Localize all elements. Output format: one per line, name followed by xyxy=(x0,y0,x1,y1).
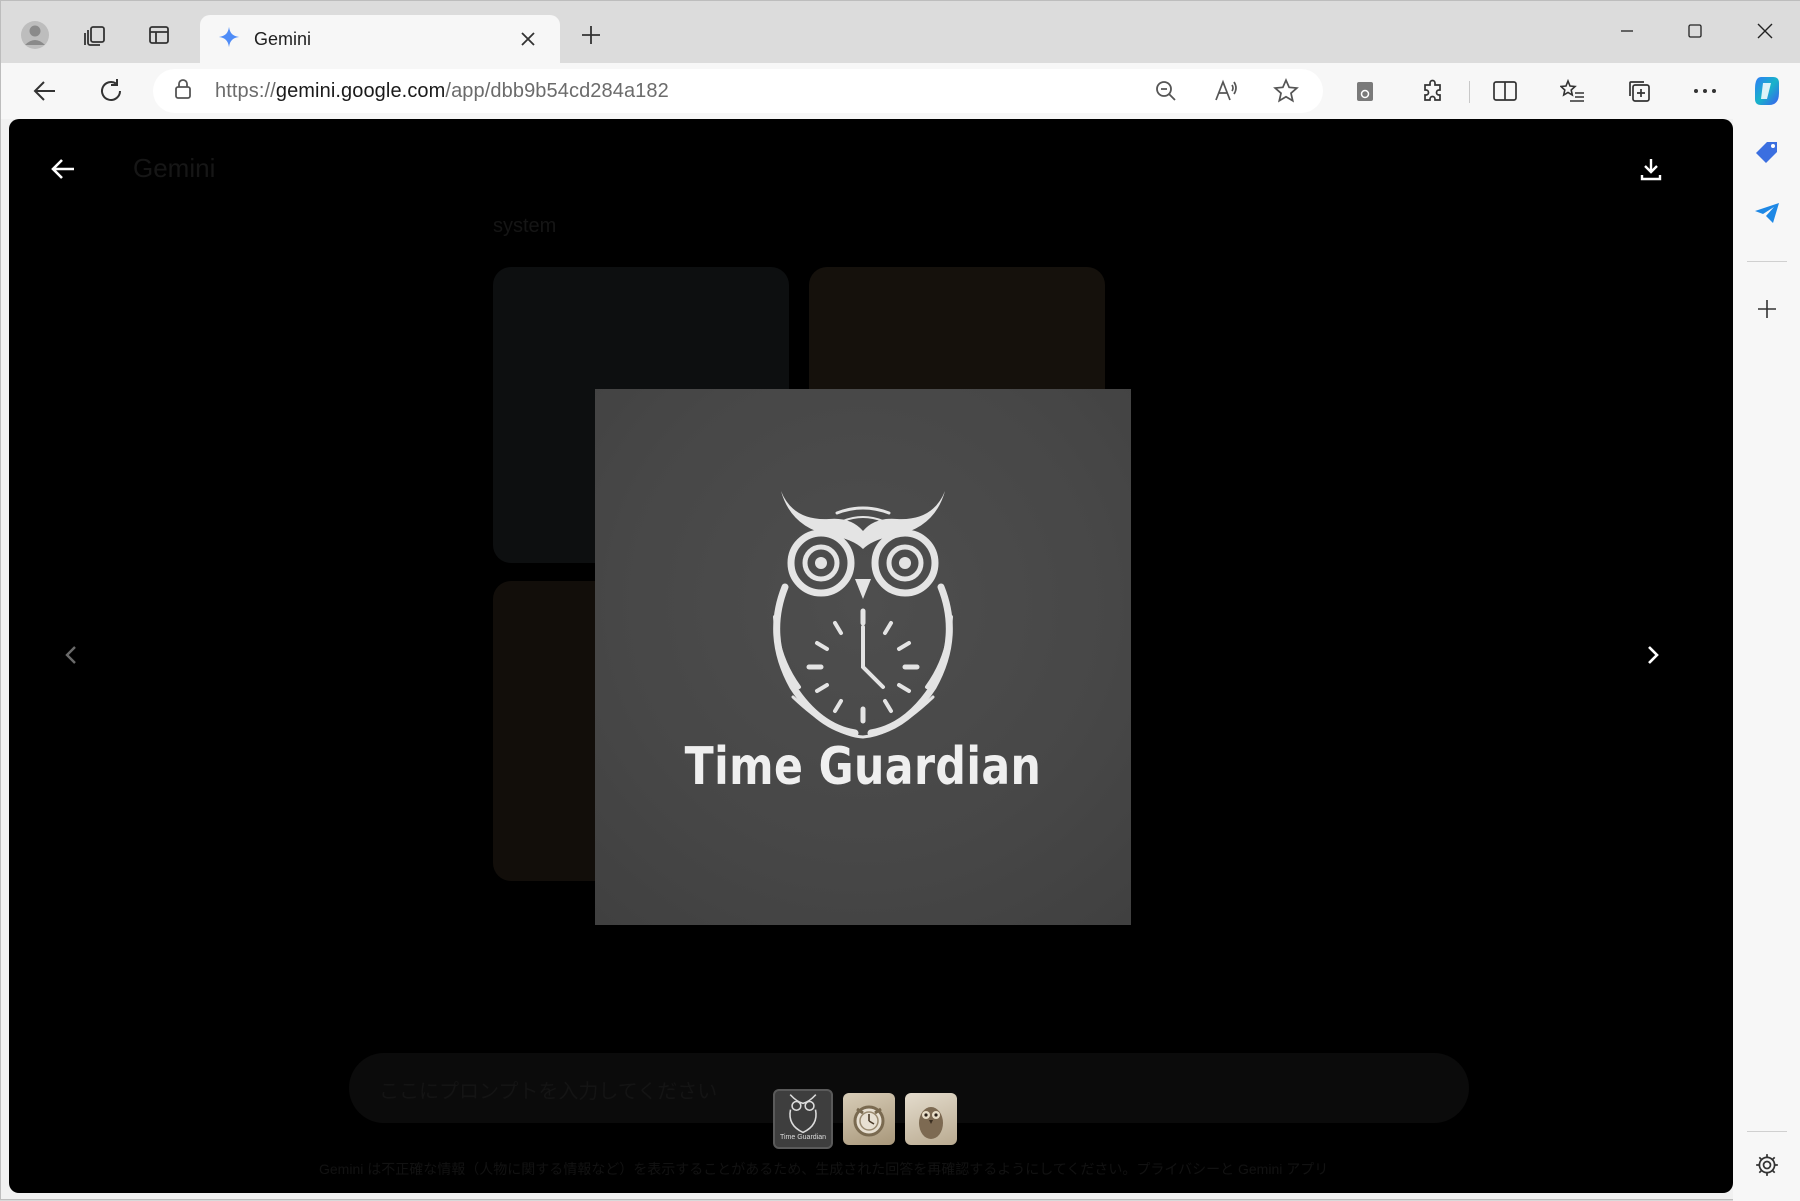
thumbnail-strip: Time Guardian xyxy=(773,1089,957,1149)
email-extension-icon[interactable] xyxy=(1345,71,1385,111)
next-image-chevron-icon[interactable] xyxy=(1629,631,1677,679)
footer-disclaimer: Gemini は不正確な情報（人物に関する情報など）を表示することがあるため、生… xyxy=(319,1161,1329,1177)
close-viewer-back-arrow-icon[interactable] xyxy=(39,145,87,193)
response-label: system xyxy=(493,215,557,237)
favorites-list-icon[interactable] xyxy=(1553,71,1593,111)
page-content: Gemini system ここにプロンプトを入力してください Gemini は… xyxy=(9,119,1733,1193)
url-text[interactable]: https://gemini.google.com/app/dbb9b54cd2… xyxy=(215,80,669,103)
tab-close-icon[interactable] xyxy=(514,25,542,53)
workspaces-icon[interactable] xyxy=(75,15,115,55)
new-tab-icon[interactable] xyxy=(571,15,611,55)
browser-toolbar: https://gemini.google.com/app/dbb9b54cd2… xyxy=(1,63,1800,119)
zoom-out-icon[interactable] xyxy=(1146,71,1186,111)
copilot-icon[interactable] xyxy=(1747,71,1787,111)
favorite-star-icon[interactable] xyxy=(1266,71,1306,111)
more-options-icon[interactable] xyxy=(1685,71,1725,111)
tab-strip: Gemini xyxy=(1,1,1800,63)
gemini-app-title: Gemini xyxy=(133,153,216,183)
browser-window: Gemini https://gemini.google.com/app/dbb… xyxy=(0,0,1800,1201)
back-icon[interactable] xyxy=(25,71,65,111)
maximize-icon[interactable] xyxy=(1665,11,1725,51)
thumbnail-owl-clock[interactable] xyxy=(843,1093,895,1145)
profile-avatar-icon[interactable] xyxy=(15,15,55,55)
sidebar-separator xyxy=(1747,1131,1787,1132)
minimize-icon[interactable] xyxy=(1597,11,1657,51)
thumbnail-owl-photo[interactable] xyxy=(905,1093,957,1145)
collections-icon[interactable] xyxy=(1619,71,1659,111)
prompt-placeholder: ここにプロンプトを入力してください xyxy=(379,1081,718,1103)
gemini-sparkle-icon xyxy=(218,26,240,53)
image-logo-text: Time Guardian xyxy=(684,737,1042,797)
previous-image-chevron-icon[interactable] xyxy=(47,631,95,679)
vertical-tabs-icon[interactable] xyxy=(139,15,179,55)
thumbnail-owl-logo[interactable]: Time Guardian xyxy=(773,1089,833,1149)
send-telegram-icon[interactable] xyxy=(1747,193,1787,233)
close-window-icon[interactable] xyxy=(1735,11,1795,51)
download-icon[interactable] xyxy=(1627,145,1675,193)
tab-gemini[interactable]: Gemini xyxy=(200,15,560,63)
enlarged-image: Time Guardian xyxy=(595,389,1131,925)
shopping-tag-icon[interactable] xyxy=(1747,133,1787,173)
thumbnail-caption: Time Guardian xyxy=(779,1134,827,1141)
add-sidebar-app-icon[interactable] xyxy=(1747,289,1787,329)
owl-clock-logo-icon xyxy=(773,491,953,739)
edge-sidebar xyxy=(1733,63,1800,1201)
address-bar[interactable]: https://gemini.google.com/app/dbb9b54cd2… xyxy=(153,69,1323,113)
sidebar-separator xyxy=(1747,261,1787,262)
split-screen-icon[interactable] xyxy=(1485,71,1525,111)
toolbar-separator xyxy=(1469,81,1470,103)
tab-title: Gemini xyxy=(254,28,312,49)
sidebar-settings-gear-icon[interactable] xyxy=(1747,1145,1787,1185)
read-aloud-icon[interactable] xyxy=(1206,71,1246,111)
refresh-icon[interactable] xyxy=(91,71,131,111)
extensions-puzzle-icon[interactable] xyxy=(1413,71,1453,111)
lock-icon[interactable] xyxy=(173,78,193,105)
